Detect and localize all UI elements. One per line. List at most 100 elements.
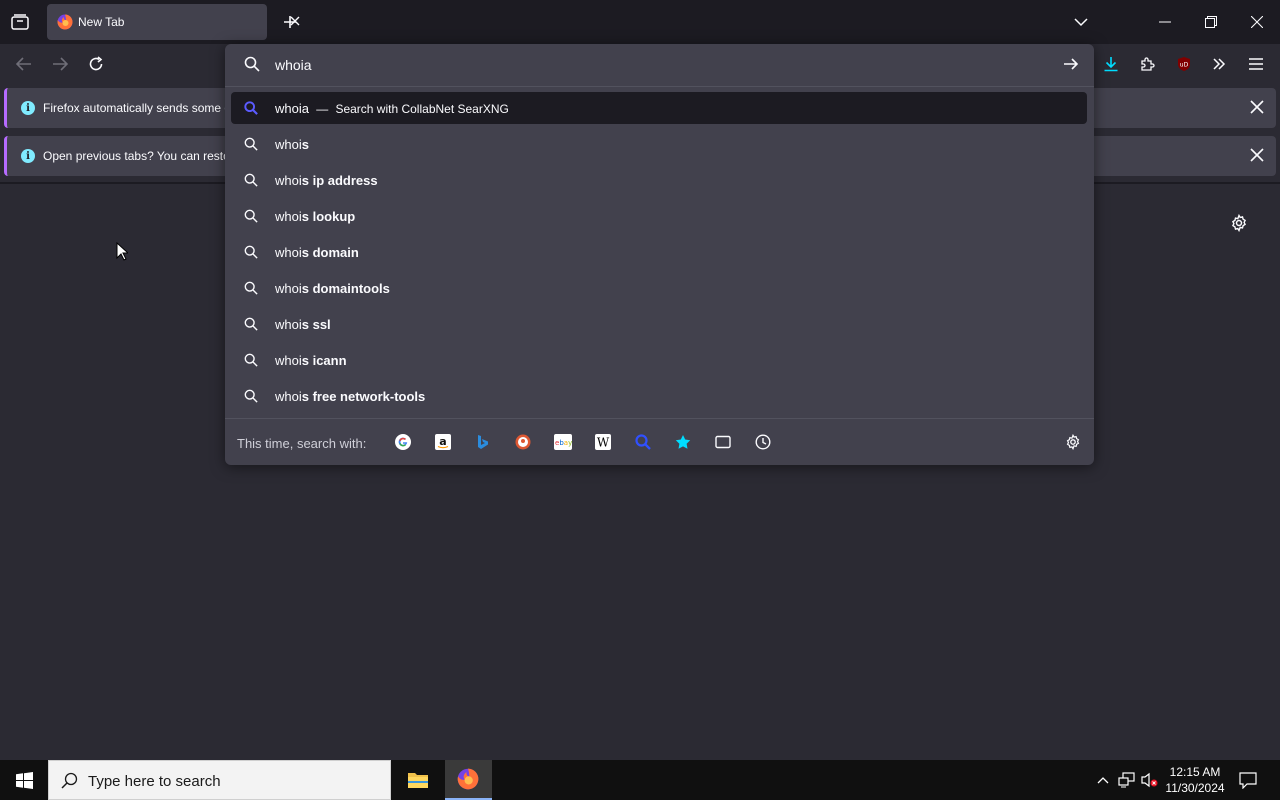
suggestion-typed: whoi (275, 389, 302, 404)
search-icon (244, 173, 258, 187)
search-icon (244, 56, 260, 72)
firefox-icon (457, 768, 479, 790)
new-tab-plus-icon[interactable] (281, 13, 299, 31)
search-settings-gear-icon[interactable] (1064, 433, 1082, 451)
urlbar-input[interactable]: whoia (225, 44, 1094, 84)
suggestion-typed: whoi (275, 317, 302, 332)
search-icon (244, 281, 258, 295)
newtab-settings-gear-icon[interactable] (1229, 213, 1249, 233)
suggestion-typed: whoi (275, 137, 302, 152)
urlbar-query-text: whoia (275, 57, 312, 73)
file-explorer-icon[interactable] (406, 769, 430, 791)
suggestion-typed: whoi (275, 173, 302, 188)
one-off-label: This time, search with: (237, 436, 367, 451)
bing-icon[interactable] (474, 433, 492, 451)
hamburger-menu-icon[interactable] (1247, 55, 1265, 73)
search-suggestion-row[interactable]: whois (231, 128, 1087, 160)
downloads-icon[interactable] (1102, 55, 1120, 73)
result-dash: — (316, 102, 329, 116)
result-action: Search with CollabNet SearXNG (335, 102, 509, 116)
suggestion-completion: s domain (301, 245, 359, 260)
extensions-puzzle-icon[interactable] (1139, 55, 1157, 73)
tab-title: New Tab (78, 15, 125, 29)
firefox-view-icon[interactable] (10, 13, 30, 31)
history-icon[interactable] (754, 433, 772, 451)
windows-taskbar: Type here to search 12:15 AM 11/30/2024 (0, 760, 1280, 800)
search-icon (244, 353, 258, 367)
taskbar-search-placeholder: Type here to search (88, 773, 221, 790)
suggestion-typed: whoi (275, 281, 302, 296)
tabs-icon[interactable] (714, 433, 732, 451)
forward-arrow-icon[interactable] (50, 56, 70, 72)
suggestion-completion: s icann (301, 353, 347, 368)
suggestion-completion: s domaintools (301, 281, 390, 296)
overflow-chevrons-icon[interactable] (1210, 55, 1228, 73)
divider (225, 86, 1094, 87)
search-icon (244, 317, 258, 331)
reload-icon[interactable] (86, 55, 106, 73)
urlbar-dropdown: whoia whoia — Search with CollabNet Sear… (225, 44, 1094, 465)
suggestion-completion: s free network-tools (301, 389, 426, 404)
suggestion-completion: s lookup (301, 209, 356, 224)
result-query: whoia (275, 101, 309, 116)
restore-icon[interactable] (1202, 14, 1220, 30)
go-arrow-icon[interactable] (1063, 56, 1079, 72)
info-icon: i (21, 101, 35, 115)
svg-text:W: W (597, 436, 610, 450)
svg-text:a: a (439, 435, 446, 448)
list-all-tabs-chevron-icon[interactable] (1072, 14, 1090, 30)
duckduckgo-icon[interactable] (514, 433, 532, 451)
search-suggestion-row[interactable]: whois ssl (231, 308, 1087, 340)
wikipedia-icon[interactable]: W (594, 433, 612, 451)
notification-text: Open previous tabs? You can restor (43, 149, 234, 163)
bookmarks-icon[interactable] (674, 433, 692, 451)
suggestion-typed: whoi (275, 245, 302, 260)
info-icon: i (21, 149, 35, 163)
suggestion-typed: whoi (275, 209, 302, 224)
svg-text:ebay: ebay (555, 439, 572, 447)
firefox-icon (57, 14, 73, 30)
google-icon[interactable] (394, 433, 412, 451)
close-window-icon[interactable] (1248, 14, 1266, 30)
one-off-search-bar: This time, search with: a ebay W (225, 418, 1094, 465)
system-clock[interactable]: 12:15 AM 11/30/2024 (1160, 764, 1230, 796)
search-icon (61, 772, 78, 789)
suggestion-completion: s ip address (301, 173, 378, 188)
windows-start-icon[interactable] (14, 771, 34, 789)
notification-text: Firefox automatically sends some d (43, 101, 232, 115)
show-hidden-icons-chevron-icon[interactable] (1095, 773, 1111, 787)
amazon-icon[interactable]: a (434, 433, 452, 451)
search-suggestion-row[interactable]: whois ip address (231, 164, 1087, 196)
ebay-icon[interactable]: ebay (554, 433, 572, 451)
search-suggestion-row[interactable]: whois domaintools (231, 272, 1087, 304)
back-arrow-icon[interactable] (14, 56, 34, 72)
tab-strip: New Tab (0, 0, 1280, 44)
minimize-icon[interactable] (1156, 14, 1174, 30)
suggestion-typed: whoi (275, 353, 302, 368)
suggestion-completion: s (301, 137, 309, 152)
action-center-icon[interactable] (1238, 771, 1258, 789)
svg-text:uD: uD (1180, 62, 1189, 69)
searxng-icon (244, 101, 258, 115)
search-suggestion-row[interactable]: whois free network-tools (231, 380, 1087, 412)
network-icon[interactable] (1118, 772, 1136, 788)
clock-date: 11/30/2024 (1165, 781, 1225, 795)
search-suggestion-row[interactable]: whois lookup (231, 200, 1087, 232)
close-notification-icon[interactable] (1250, 100, 1264, 114)
suggestion-completion: s ssl (301, 317, 331, 332)
close-notification-icon[interactable] (1250, 148, 1264, 162)
volume-muted-icon[interactable] (1141, 772, 1159, 788)
taskbar-search-box[interactable]: Type here to search (48, 760, 391, 800)
search-icon (244, 389, 258, 403)
tab-new-tab[interactable]: New Tab (47, 4, 300, 40)
searxng-icon[interactable] (634, 433, 652, 451)
search-icon (244, 245, 258, 259)
mouse-cursor-icon (116, 242, 128, 261)
search-icon (244, 209, 258, 223)
ublock-origin-icon[interactable]: uD (1175, 55, 1193, 73)
taskbar-firefox-button[interactable] (445, 760, 492, 800)
search-icon (244, 137, 258, 151)
search-suggestion-row[interactable]: whois icann (231, 344, 1087, 376)
search-suggestion-row[interactable]: whois domain (231, 236, 1087, 268)
heuristic-search-result[interactable]: whoia — Search with CollabNet SearXNG (231, 92, 1087, 124)
